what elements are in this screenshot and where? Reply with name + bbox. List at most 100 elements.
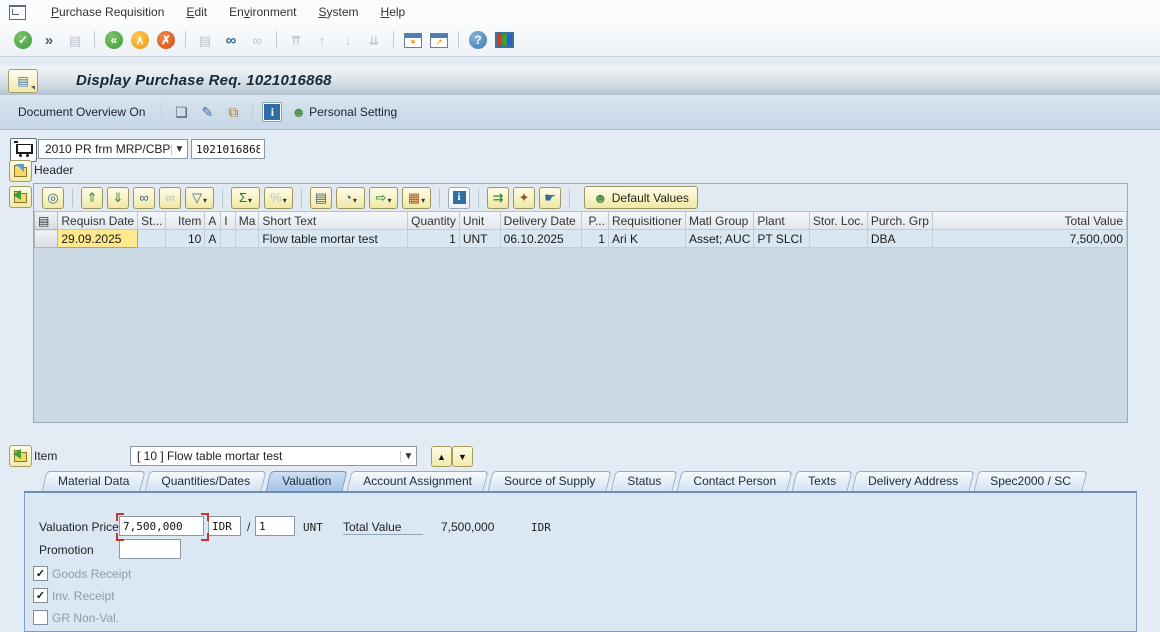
menu-system[interactable]: System	[308, 0, 370, 24]
column-header-status[interactable]: St...	[138, 212, 166, 230]
menu-purchase-requisition[interactable]: Purchase Requisition	[40, 0, 175, 24]
expand-triangle-icon	[16, 164, 24, 172]
views-icon[interactable]: ◔▾	[336, 187, 365, 209]
header-expand-button[interactable]	[9, 160, 32, 182]
column-header-purch-grp[interactable]: Purch. Grp	[867, 212, 932, 230]
print-icon[interactable]: ▤	[310, 187, 332, 209]
separator	[185, 31, 186, 49]
column-header-matl-group[interactable]: Matl Group	[686, 212, 754, 230]
personal-setting-button[interactable]: ☻ Personal Setting	[291, 104, 397, 120]
checkbox-inv-receipt[interactable]: ✓Inv. Receipt	[33, 588, 114, 603]
menu-environment[interactable]: Environment	[218, 0, 307, 24]
tab-valuation[interactable]: Valuation	[268, 471, 345, 491]
filter-icon[interactable]: ▽▾	[185, 187, 214, 209]
promotion-field[interactable]	[119, 539, 181, 559]
column-header-stor-loc[interactable]: Stor. Loc.	[809, 212, 867, 230]
exit-icon[interactable]: ∧	[129, 29, 151, 51]
tab-label: Account Assignment	[363, 474, 472, 488]
cell-stor-loc	[809, 230, 867, 248]
system-menu-icon[interactable]	[9, 5, 26, 20]
tab-material-data[interactable]: Material Data	[44, 471, 143, 491]
tab-delivery-address[interactable]: Delivery Address	[854, 471, 972, 491]
checkbox-goods-receipt[interactable]: ✓Goods Receipt	[33, 566, 131, 581]
tab-source-of-supply[interactable]: Source of Supply	[490, 471, 609, 491]
services-for-object-button[interactable]: ▤	[8, 69, 38, 93]
currency-field[interactable]	[208, 516, 241, 536]
tab-status[interactable]: Status	[613, 471, 675, 491]
column-header-total-value[interactable]: Total Value	[932, 212, 1126, 230]
enter-icon[interactable]: ✓	[12, 29, 34, 51]
hold-icon[interactable]: ☛	[539, 187, 561, 209]
help-icon[interactable]: ?	[467, 29, 489, 51]
pr-number-field[interactable]	[191, 139, 265, 159]
create-shortcut-icon[interactable]: ↗	[428, 29, 450, 51]
sum-icon[interactable]: Σ▾	[231, 187, 260, 209]
next-item-button[interactable]: ▼	[452, 446, 473, 467]
default-values-button[interactable]: ☻Default Values	[584, 186, 698, 209]
next-page-icon: ↓	[345, 34, 352, 47]
column-header-unit[interactable]: Unit	[459, 212, 500, 230]
dropdown-arrow-icon: ▾	[283, 195, 287, 208]
new-session-icon[interactable]: ✶	[402, 29, 424, 51]
cell-p: 1	[582, 230, 609, 248]
menu-help[interactable]: Help	[370, 0, 417, 24]
column-header-i[interactable]: I	[221, 212, 235, 230]
cancel-icon[interactable]: ✗	[155, 29, 177, 51]
tab-account-assignment[interactable]: Account Assignment	[349, 471, 486, 491]
column-header-quantity[interactable]: Quantity	[408, 212, 460, 230]
shopping-cart-button[interactable]	[10, 138, 37, 162]
column-header-ma[interactable]: Ma	[235, 212, 259, 230]
item-select-dropdown[interactable]: [ 10 ] Flow table mortar test ▼	[130, 446, 417, 466]
tab-texts[interactable]: Texts	[794, 471, 850, 491]
items-overview-collapse-button[interactable]	[9, 186, 32, 208]
find-icon[interactable]: ∞	[133, 187, 155, 209]
copy-items-icon[interactable]: ⇉	[487, 187, 509, 209]
valuation-price-field[interactable]	[119, 516, 204, 536]
column-header-item[interactable]: Item	[166, 212, 205, 230]
tab-contact-person[interactable]: Contact Person	[679, 471, 790, 491]
separator	[458, 31, 459, 49]
command-field-expand-icon[interactable]: »	[38, 29, 60, 51]
sort-descending-icon[interactable]: ⇓	[107, 187, 129, 209]
column-header-p[interactable]: P...	[582, 212, 609, 230]
graphic-icon[interactable]: ✦	[513, 187, 535, 209]
find-next-icon: ∞	[246, 29, 268, 51]
layout-icon[interactable]: ▦▾	[402, 187, 431, 209]
select-all-icon[interactable]: ▤	[35, 212, 58, 230]
info-icon[interactable]: i	[448, 187, 470, 209]
row-select-button[interactable]	[35, 230, 58, 248]
column-header-requisitioner[interactable]: Requisitioner	[608, 212, 685, 230]
tab-spec2000-sc[interactable]: Spec2000 / SC	[976, 471, 1085, 491]
column-header-plant[interactable]: Plant	[754, 212, 810, 230]
document-type-dropdown[interactable]: 2010 PR frm MRP/CBP ▼	[38, 139, 188, 159]
previous-item-button[interactable]: ▲	[431, 446, 452, 467]
item-detail-collapse-button[interactable]	[9, 445, 32, 467]
dropdown-arrow-icon: ▾	[387, 195, 391, 208]
customize-layout-icon[interactable]	[493, 29, 515, 51]
valuation-tab-panel: Valuation Price / UNT Total Value 7,500,…	[24, 491, 1137, 632]
details-icon[interactable]: ◎	[42, 187, 64, 209]
details-icon: ◎	[47, 191, 58, 204]
header-section-label: Header	[34, 163, 73, 177]
column-header-delivery-date[interactable]: Delivery Date	[500, 212, 582, 230]
menu-edit[interactable]: Edit	[175, 0, 218, 24]
display-change-icon[interactable]: ✎	[196, 101, 218, 123]
document-overview-toggle[interactable]: Document Overview On	[18, 105, 145, 119]
find-next-icon: ∞	[159, 187, 181, 209]
tab-quantities-dates[interactable]: Quantities/Dates	[147, 471, 264, 491]
export-icon[interactable]: ⇨▾	[369, 187, 398, 209]
sort-ascending-icon[interactable]: ⇑	[81, 187, 103, 209]
column-header-requisn-date[interactable]: Requisn Date	[58, 212, 138, 230]
column-header-short-text[interactable]: Short Text	[259, 212, 408, 230]
find-icon[interactable]: ∞	[220, 29, 242, 51]
column-header-a[interactable]: A	[205, 212, 221, 230]
cell-item: 10	[166, 230, 205, 248]
checkbox-gr-non-val[interactable]: GR Non-Val.	[33, 610, 119, 625]
cell-unit: UNT	[459, 230, 500, 248]
price-unit-field[interactable]	[255, 516, 295, 536]
create-document-icon[interactable]: ❏	[170, 101, 192, 123]
previous-page-icon: ↑	[319, 34, 326, 47]
copy-icon[interactable]: ⧉	[222, 101, 244, 123]
back-icon[interactable]: «	[103, 29, 125, 51]
messages-icon[interactable]: i	[263, 103, 281, 121]
